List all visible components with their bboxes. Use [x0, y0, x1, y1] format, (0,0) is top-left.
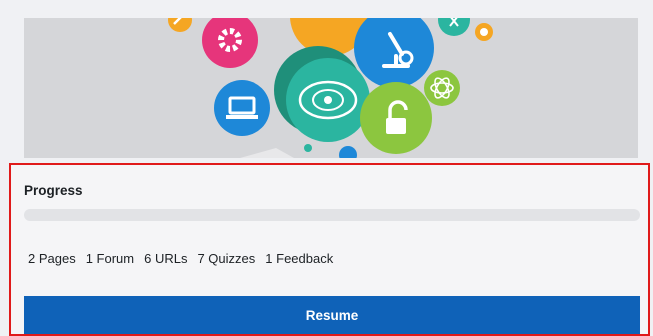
decor-shape	[240, 148, 294, 158]
decor-dot	[304, 144, 312, 152]
activity-count: 7 Quizzes	[197, 251, 256, 266]
course-image	[24, 18, 638, 158]
solar-system-icon	[286, 58, 370, 142]
course-illustration	[168, 18, 493, 158]
course-summary-panel: Progress 2 Pages 1 Forum 6 URLs 7 Quizzes 1 …	[9, 163, 650, 336]
activity-count: 2 Pages	[28, 251, 76, 266]
activity-count: 6 URLs	[144, 251, 188, 266]
resume-button[interactable]: Resume	[24, 296, 640, 334]
pencil-icon	[168, 18, 192, 32]
decor-dot	[339, 146, 357, 158]
laptop-icon	[214, 80, 270, 136]
activity-count: 1 Feedback	[265, 251, 334, 266]
progress-bar	[24, 209, 640, 221]
unlock-icon	[360, 82, 432, 154]
activity-count: 1 Forum	[85, 251, 135, 266]
progress-label: Progress	[24, 183, 83, 198]
badge-icon	[475, 23, 493, 41]
atom-icon	[424, 70, 460, 106]
flask-icon	[438, 18, 470, 36]
microscope-icon	[354, 18, 434, 88]
activity-summary: 2 Pages 1 Forum 6 URLs 7 Quizzes 1 Feedback	[28, 251, 333, 266]
gear-icon	[202, 18, 258, 68]
